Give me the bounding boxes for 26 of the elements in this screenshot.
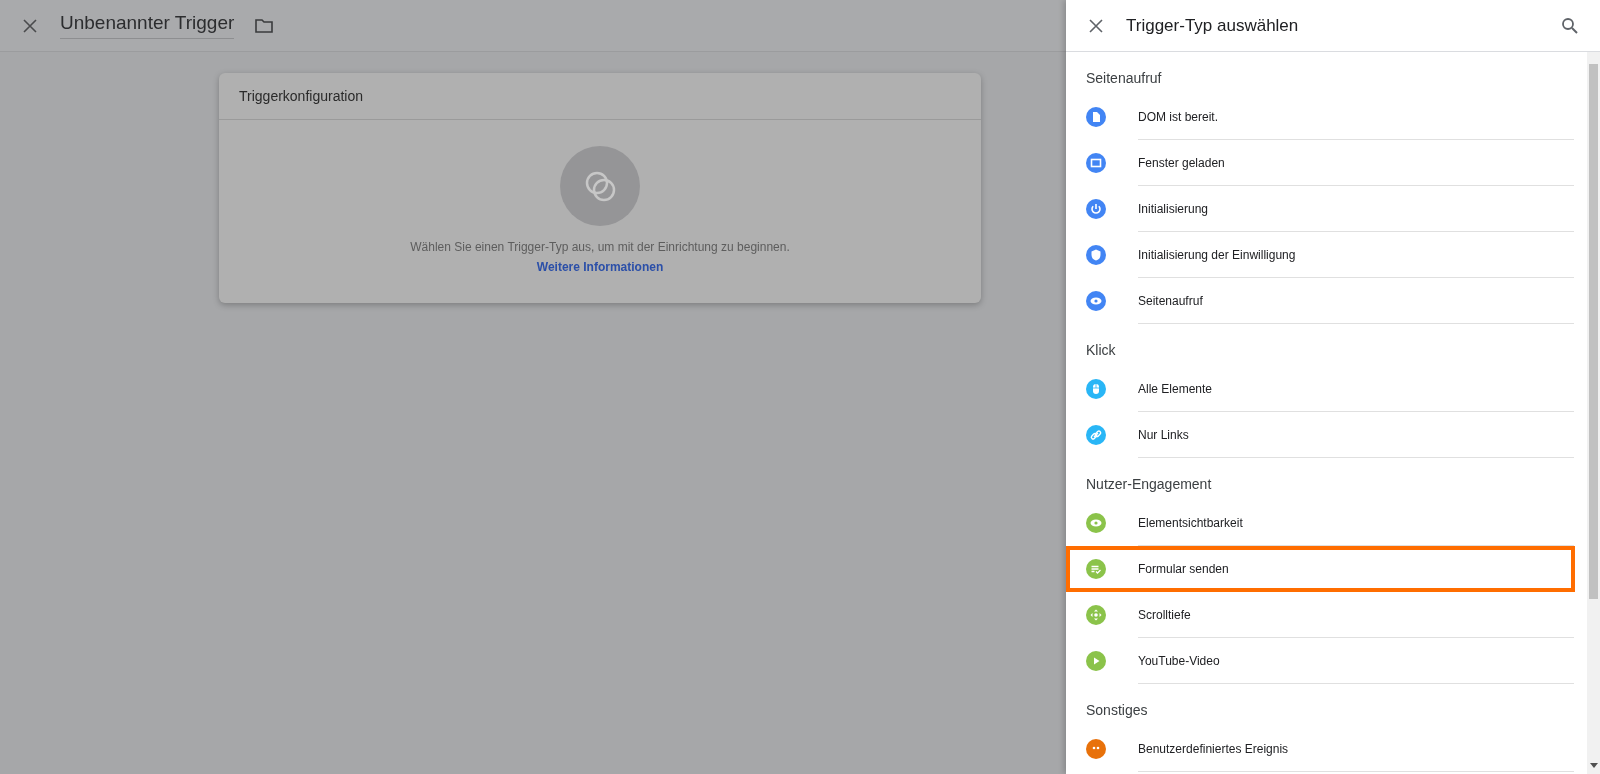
trigger-type-item[interactable]: Initialisierung (1086, 186, 1574, 232)
trigger-type-item[interactable]: Scrolltiefe (1086, 592, 1574, 638)
trigger-type-item[interactable]: DOM ist bereit. (1086, 94, 1574, 140)
section-heading: Nutzer-Engagement (1086, 475, 1213, 494)
trigger-type-item[interactable]: Nur Links (1086, 412, 1574, 458)
search-icon[interactable] (1560, 15, 1580, 36)
trigger-type-item[interactable]: Elementsichtbarkeit (1086, 500, 1574, 546)
panel-title: Trigger-Typ auswählen (1126, 15, 1300, 36)
section-heading: Sonstiges (1086, 701, 1149, 720)
trigger-type-item[interactable]: Alle Elemente (1086, 366, 1574, 412)
trigger-placeholder-icon (560, 146, 640, 226)
card-title: Triggerkonfiguration (219, 73, 981, 120)
trigger-type-item[interactable]: Benutzerdefiniertes Ereignis (1086, 726, 1574, 772)
trigger-type-item[interactable]: Seitenaufruf (1086, 278, 1574, 324)
trigger-name-field[interactable]: Unbenannter Trigger (60, 12, 235, 39)
scrollbar[interactable] (1587, 52, 1600, 774)
trigger-type-item[interactable]: Initialisierung der Einwilligung (1086, 232, 1574, 278)
empty-state-message: Wählen Sie einen Trigger-Typ aus, um mit der Einrichtung zu beginnen. (410, 240, 790, 254)
learn-more-link[interactable]: Weitere Informationen (536, 260, 664, 274)
trigger-type-item[interactable]: Fenster geladen (1086, 140, 1574, 186)
trigger-type-item[interactable]: Formular senden (1066, 546, 1575, 592)
section-heading: Seitenaufruf (1086, 69, 1163, 88)
section-heading: Klick (1086, 341, 1117, 360)
trigger-type-item[interactable]: YouTube-Video (1086, 638, 1574, 684)
scroll-down-arrow-icon[interactable] (1589, 763, 1598, 768)
folder-icon[interactable] (254, 16, 275, 35)
